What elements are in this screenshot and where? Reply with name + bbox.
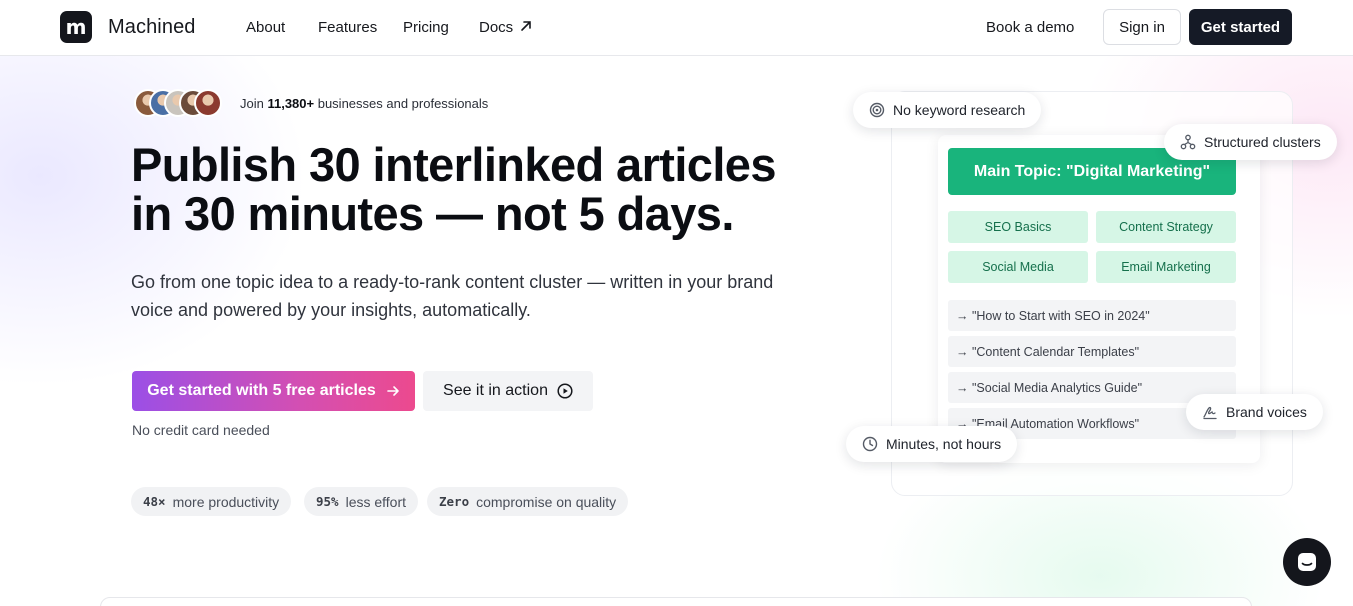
nav-link-about[interactable]: About	[246, 19, 285, 36]
social-proof-text: Join 11,380+ businesses and professional…	[240, 96, 489, 111]
badge-label: Brand voices	[1226, 404, 1307, 420]
signature-icon	[1203, 406, 1217, 420]
stat-pill-effort: 95% less effort	[304, 487, 419, 516]
network-icon	[1180, 134, 1196, 150]
no-credit-card-note: No credit card needed	[132, 422, 270, 438]
subtopic-content-strategy: Content Strategy	[1096, 211, 1236, 243]
hero-headline: Publish 30 interlinked articles in 30 mi…	[131, 140, 831, 238]
badge-label: Minutes, not hours	[886, 436, 1002, 452]
chat-icon	[1298, 553, 1316, 571]
next-section-card	[100, 597, 1252, 606]
stat-pill-quality: Zero compromise on quality	[427, 487, 629, 516]
badge-label: Structured clusters	[1204, 134, 1321, 150]
badge-label: No keyword research	[893, 102, 1026, 118]
article-item: → "Content Calendar Templates"	[948, 336, 1236, 367]
clock-icon	[862, 436, 878, 452]
stat-value: 48×	[143, 494, 166, 509]
chat-launcher-button[interactable]	[1283, 538, 1331, 586]
customer-avatars	[134, 89, 234, 117]
nav-link-pricing[interactable]: Pricing	[403, 19, 449, 36]
avatar	[194, 89, 222, 117]
subtopic-social-media: Social Media	[948, 251, 1088, 283]
get-started-free-button[interactable]: Get started with 5 free articles	[132, 371, 415, 411]
sign-in-button[interactable]: Sign in	[1103, 9, 1181, 45]
stat-label: less effort	[345, 493, 407, 510]
top-navigation: m Machined About Features Pricing Docs B…	[0, 0, 1353, 56]
badge-brand-voices: Brand voices	[1186, 394, 1323, 430]
target-icon	[869, 102, 885, 118]
arrow-right-icon	[386, 386, 399, 396]
play-circle-icon	[557, 383, 573, 399]
see-in-action-button[interactable]: See it in action	[423, 371, 593, 411]
stat-pill-productivity: 48× more productivity	[131, 487, 292, 516]
cta-label: Get started with 5 free articles	[147, 382, 376, 399]
customer-count: 11,380+	[267, 96, 315, 111]
see-in-action-label: See it in action	[443, 382, 548, 399]
article-item: → "How to Start with SEO in 2024"	[948, 300, 1236, 331]
nav-link-features[interactable]: Features	[318, 19, 377, 36]
stat-label: more productivity	[172, 493, 280, 510]
hero-subheading: Go from one topic idea to a ready-to-ran…	[131, 272, 774, 320]
subtopic-seo-basics: SEO Basics	[948, 211, 1088, 243]
stat-value: Zero	[439, 494, 470, 509]
logo-icon[interactable]: m	[60, 11, 92, 43]
nav-link-docs[interactable]: Docs	[479, 19, 513, 36]
stat-value: 95%	[316, 494, 339, 509]
stat-label: compromise on quality	[476, 493, 617, 510]
badge-structured-clusters: Structured clusters	[1164, 124, 1337, 160]
subtopic-email-marketing: Email Marketing	[1096, 251, 1236, 283]
external-arrow-icon	[521, 21, 531, 31]
headline-line-1: Publish 30 interlinked articles	[131, 138, 776, 191]
headline-line-2: in 30 minutes — not 5 days.	[131, 187, 734, 240]
get-started-button[interactable]: Get started	[1189, 9, 1292, 45]
badge-minutes-not-hours: Minutes, not hours	[846, 426, 1018, 462]
book-demo-link[interactable]: Book a demo	[986, 19, 1074, 36]
badge-no-keyword-research: No keyword research	[853, 92, 1042, 128]
brand-name[interactable]: Machined	[108, 16, 196, 39]
